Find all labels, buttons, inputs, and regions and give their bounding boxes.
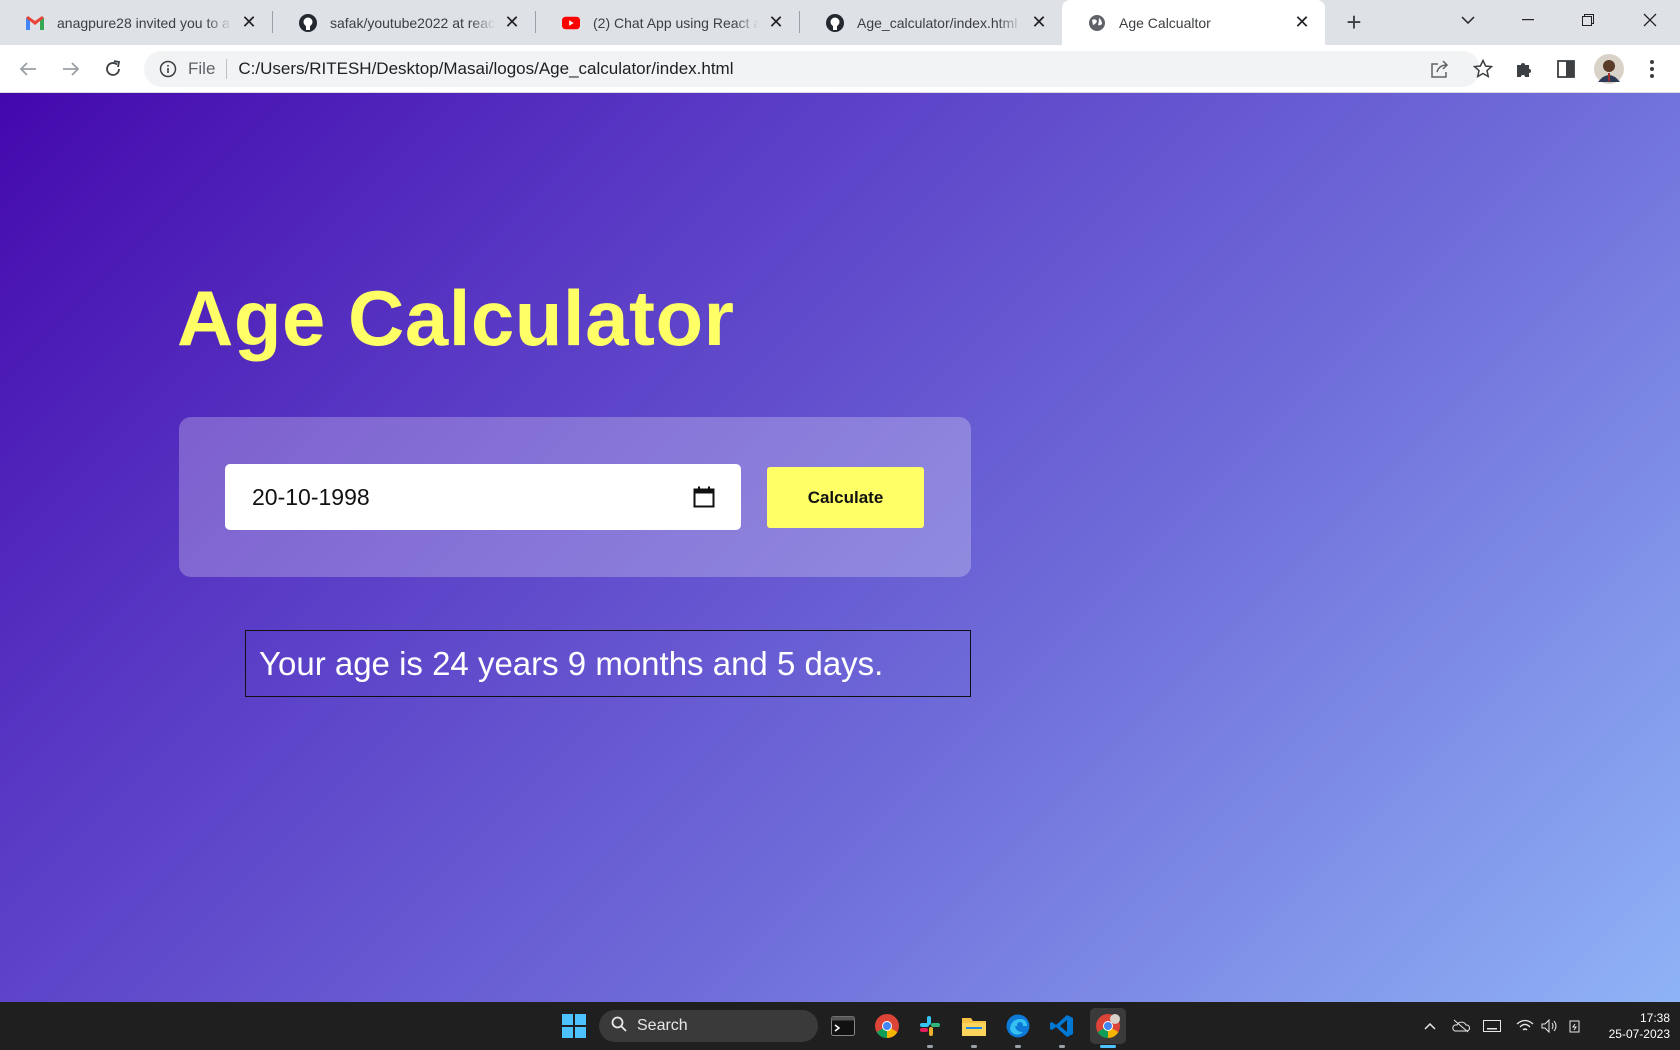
tab-title: (2) Chat App using React an: [593, 14, 759, 31]
running-indicator: [927, 1045, 933, 1048]
back-icon[interactable]: [14, 55, 42, 83]
scheme-label: File: [188, 59, 216, 78]
page-heading: Age Calculator: [177, 274, 735, 362]
chevron-up-icon[interactable]: [1420, 1016, 1440, 1036]
tab-title: Age_calculator/index.html a: [857, 14, 1022, 31]
battery-icon[interactable]: [1565, 1016, 1585, 1036]
volume-icon[interactable]: [1540, 1016, 1560, 1036]
tab-youtube[interactable]: (2) Chat App using React an ✕: [536, 0, 799, 45]
wifi-icon[interactable]: [1515, 1016, 1535, 1036]
tab-age-calculator[interactable]: Age Calcualtor ✕: [1062, 0, 1325, 45]
restore-icon[interactable]: [1563, 0, 1613, 40]
browser-toolbar: File C:/Users/RITESH/Desktop/Masai/logos…: [0, 45, 1680, 93]
running-indicator: [1015, 1045, 1021, 1048]
tab-github-youtube2022[interactable]: safak/youtube2022 at react- ✕: [273, 0, 535, 45]
menu-kebab-icon[interactable]: [1638, 55, 1666, 83]
new-tab-button[interactable]: +: [1340, 7, 1368, 37]
windows-start-icon[interactable]: [559, 1011, 589, 1041]
clock-time: 17:38: [1639, 1011, 1670, 1025]
info-icon[interactable]: [158, 59, 178, 79]
system-clock[interactable]: 17:38 25-07-2023: [1590, 1010, 1670, 1042]
keyboard-icon[interactable]: [1482, 1016, 1502, 1036]
taskbar-search[interactable]: Search: [599, 1010, 818, 1042]
tab-github-agecalculator[interactable]: Age_calculator/index.html a ✕: [800, 0, 1062, 45]
extensions-icon[interactable]: [1510, 55, 1538, 83]
running-indicator: [1059, 1045, 1065, 1048]
terminal-icon[interactable]: [828, 1011, 858, 1041]
tab-title: anagpure28 invited you to a: [57, 14, 230, 31]
windows-taskbar: Search 17:38 25-07-2023: [0, 1002, 1680, 1050]
running-indicator: [971, 1045, 977, 1048]
close-tab-icon[interactable]: ✕: [1293, 12, 1311, 32]
tab-strip: anagpure28 invited you to a ✕ safak/yout…: [0, 0, 1680, 45]
profile-avatar[interactable]: [1594, 54, 1624, 84]
active-indicator: [1100, 1045, 1116, 1048]
close-tab-icon[interactable]: ✕: [767, 12, 785, 32]
birthdate-input[interactable]: 20-10-1998: [225, 464, 741, 530]
close-window-icon[interactable]: [1625, 0, 1675, 40]
chrome-icon[interactable]: [872, 1011, 902, 1041]
url-text[interactable]: C:/Users/RITESH/Desktop/Masai/logos/Age_…: [238, 59, 733, 79]
edge-icon[interactable]: [1003, 1011, 1033, 1041]
tab-gmail[interactable]: anagpure28 invited you to a ✕: [0, 0, 272, 45]
side-panel-icon[interactable]: [1552, 55, 1580, 83]
search-label: Search: [637, 1017, 688, 1034]
file-explorer-icon[interactable]: [959, 1011, 989, 1041]
github-icon: [299, 13, 317, 32]
birthdate-value: 20-10-1998: [252, 483, 370, 510]
bookmark-star-icon[interactable]: [1469, 55, 1497, 83]
minimize-icon[interactable]: [1503, 0, 1553, 40]
age-result: Your age is 24 years 9 months and 5 days…: [245, 630, 971, 697]
tab-search-icon[interactable]: [1443, 0, 1493, 40]
clock-date: 25-07-2023: [1608, 1027, 1670, 1041]
search-icon: [611, 1016, 627, 1037]
onedrive-offline-icon[interactable]: [1451, 1016, 1471, 1036]
gmail-icon: [26, 14, 44, 32]
chrome-profile-icon[interactable]: [1090, 1008, 1126, 1044]
youtube-icon: [562, 14, 580, 32]
globe-icon: [1088, 14, 1106, 32]
calculate-button[interactable]: Calculate: [767, 467, 924, 528]
slack-icon[interactable]: [915, 1011, 945, 1041]
vscode-icon[interactable]: [1047, 1011, 1077, 1041]
page-viewport: Age Calculator 20-10-1998 Calculate Your…: [0, 93, 1680, 1002]
address-bar[interactable]: File C:/Users/RITESH/Desktop/Masai/logos…: [144, 51, 1493, 87]
close-tab-icon[interactable]: ✕: [1030, 12, 1048, 32]
github-icon: [826, 13, 844, 32]
close-tab-icon[interactable]: ✕: [240, 12, 258, 32]
close-tab-icon[interactable]: ✕: [503, 12, 521, 32]
tab-title: safak/youtube2022 at react-: [330, 14, 495, 31]
calendar-icon[interactable]: [693, 486, 715, 508]
share-icon[interactable]: [1426, 55, 1454, 83]
omnibox-divider: [226, 59, 228, 79]
tab-title: Age Calcualtor: [1119, 14, 1211, 31]
date-form-card: 20-10-1998 Calculate: [179, 417, 971, 577]
forward-icon[interactable]: [57, 55, 85, 83]
reload-icon[interactable]: [99, 55, 127, 83]
